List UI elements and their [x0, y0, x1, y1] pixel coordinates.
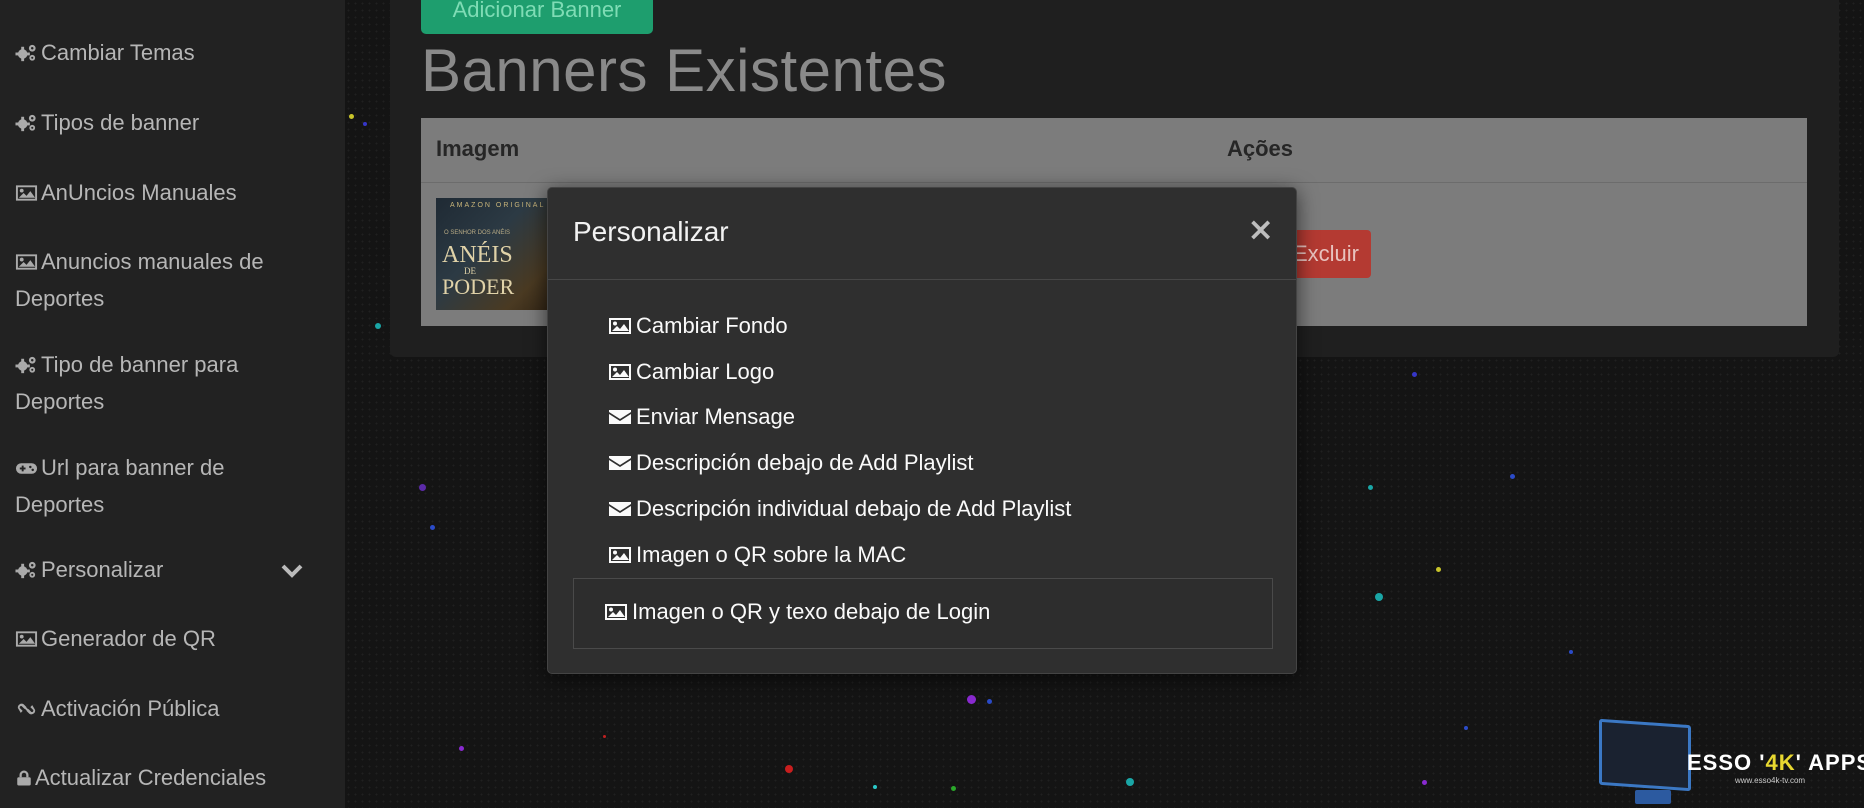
- envelope-icon: [608, 497, 636, 527]
- logo-text-pre: ESSO ': [1687, 750, 1766, 775]
- logo-url: www.esso4k-tv.com: [1735, 776, 1806, 785]
- menu-item-label: Imagen o QR sobre la MAC: [636, 542, 907, 567]
- menu-item-imagen-qr-login[interactable]: Imagen o QR y texo debajo de Login: [604, 597, 990, 630]
- image-icon: [608, 314, 636, 344]
- menu-item-label: Descripción debajo de Add Playlist: [636, 450, 974, 475]
- menu-item-imagen-qr-mac[interactable]: Imagen o QR sobre la MAC: [608, 540, 906, 573]
- image-icon: [604, 600, 632, 630]
- menu-item-enviar-mensage[interactable]: Enviar Mensage: [608, 402, 795, 435]
- menu-item-label: Descripción individual debajo de Add Pla…: [636, 496, 1072, 521]
- menu-item-label: Cambiar Logo: [636, 359, 775, 384]
- menu-item-cambiar-fondo[interactable]: Cambiar Fondo: [608, 311, 788, 344]
- menu-item-cambiar-logo[interactable]: Cambiar Logo: [608, 357, 774, 390]
- monitor-stand-graphic: [1635, 790, 1671, 804]
- close-icon[interactable]: ×: [1247, 210, 1274, 248]
- menu-item-label: Enviar Mensage: [636, 404, 795, 429]
- envelope-icon: [608, 451, 636, 481]
- image-icon: [608, 543, 636, 573]
- menu-item-descripcion-individual-add-playlist[interactable]: Descripción individual debajo de Add Pla…: [608, 494, 1071, 527]
- esso-4k-apps-logo: ESSO '4K' APPS www.esso4k-tv.com: [1595, 718, 1864, 808]
- logo-text-post: ' APPS: [1795, 750, 1864, 775]
- personalizar-modal: Personalizar × Cambiar Fondo Cambiar Log…: [547, 187, 1297, 674]
- monitor-graphic: [1599, 718, 1691, 792]
- logo-text: ESSO '4K' APPS: [1687, 750, 1864, 776]
- menu-item-label: Imagen o QR y texo debajo de Login: [632, 599, 991, 624]
- envelope-icon: [608, 405, 636, 435]
- menu-item-box-selected: Imagen o QR y texo debajo de Login: [573, 578, 1273, 649]
- modal-title: Personalizar: [573, 216, 729, 247]
- modal-divider: [548, 279, 1296, 280]
- menu-item-label: Cambiar Fondo: [636, 313, 788, 338]
- image-icon: [608, 360, 636, 390]
- menu-item-descripcion-add-playlist[interactable]: Descripción debajo de Add Playlist: [608, 448, 974, 481]
- logo-text-accent: 4K: [1765, 750, 1796, 775]
